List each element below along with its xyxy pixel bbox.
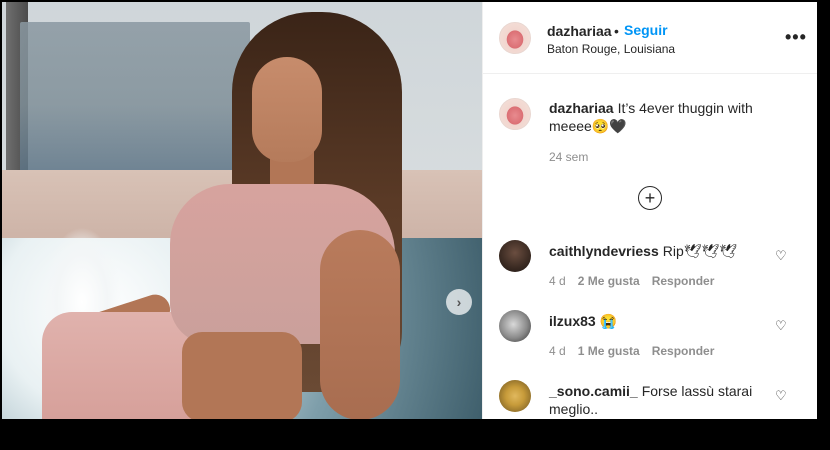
post-header: dazhariaa • Seguir Baton Rouge, Louisian… [483,2,818,74]
comment-item: ilzux83 😭 4 d 1 Me gusta Responder ♡ [483,310,818,380]
avatar[interactable] [499,240,531,272]
avatar[interactable] [499,22,531,54]
post-photo[interactable] [2,2,482,419]
window-edge [817,0,830,419]
chevron-right-icon: › [456,294,462,310]
instagram-post-window: › dazhariaa • Seguir Baton Rouge, Louisi… [0,0,830,419]
follow-button[interactable]: Seguir [624,22,668,38]
more-options-icon[interactable]: ••• [785,27,807,48]
comment-text: _sono.camii_ Forse lassù starai meglio.. [549,382,764,418]
reply-button[interactable]: Responder [652,344,715,358]
caption-avatar[interactable] [499,98,531,130]
heart-icon[interactable]: ♡ [775,318,787,334]
comment-text: ilzux83 😭 [549,312,764,330]
comment-age[interactable]: 4 d [549,344,566,358]
caption-username[interactable]: dazhariaa [549,100,614,116]
avatar[interactable] [499,310,531,342]
photo-right-arm [320,230,400,419]
comment-username[interactable]: _sono.camii_ [549,383,638,399]
comment-body: 😭 [599,313,618,329]
heart-icon[interactable]: ♡ [775,248,787,264]
plus-icon: + [644,188,656,208]
caption-text: dazhariaa It’s 4ever thuggin with meeee🥺🖤 [549,99,769,135]
comment-item: _sono.camii_ Forse lassù starai meglio.. … [483,380,818,450]
reply-button[interactable]: Responder [652,274,715,288]
photo-building [20,22,250,172]
comment-username[interactable]: caithlyndevriess [549,243,659,259]
photo-waist [182,332,302,419]
avatar[interactable] [499,380,531,412]
next-photo-button[interactable]: › [446,289,472,315]
comment-body: Rip🕊🕊🕊 [662,243,738,259]
comment-likes[interactable]: 1 Me gusta [578,344,640,358]
comment-username[interactable]: ilzux83 [549,313,596,329]
comment-meta: 4 d 1 Me gusta Responder [549,344,714,358]
comment-text: caithlyndevriess Rip🕊🕊🕊 [549,242,764,260]
comment-age[interactable]: 4 d [549,274,566,288]
separator-dot: • [614,23,619,39]
post-username[interactable]: dazhariaa [547,23,612,39]
photo-face [252,57,322,162]
comment-meta: 4 d 2 Me gusta Responder [549,274,714,288]
post-details-panel: dazhariaa • Seguir Baton Rouge, Louisian… [482,2,818,419]
comment-likes[interactable]: 2 Me gusta [578,274,640,288]
comment-item: caithlyndevriess Rip🕊🕊🕊 4 d 2 Me gusta Re… [483,240,818,310]
post-caption: dazhariaa It’s 4ever thuggin with meeee🥺🖤… [483,74,818,164]
load-more-comments-button[interactable]: + [638,186,662,210]
caption-timestamp[interactable]: 24 sem [549,150,588,164]
post-location[interactable]: Baton Rouge, Louisiana [547,42,675,56]
heart-icon[interactable]: ♡ [775,388,787,404]
